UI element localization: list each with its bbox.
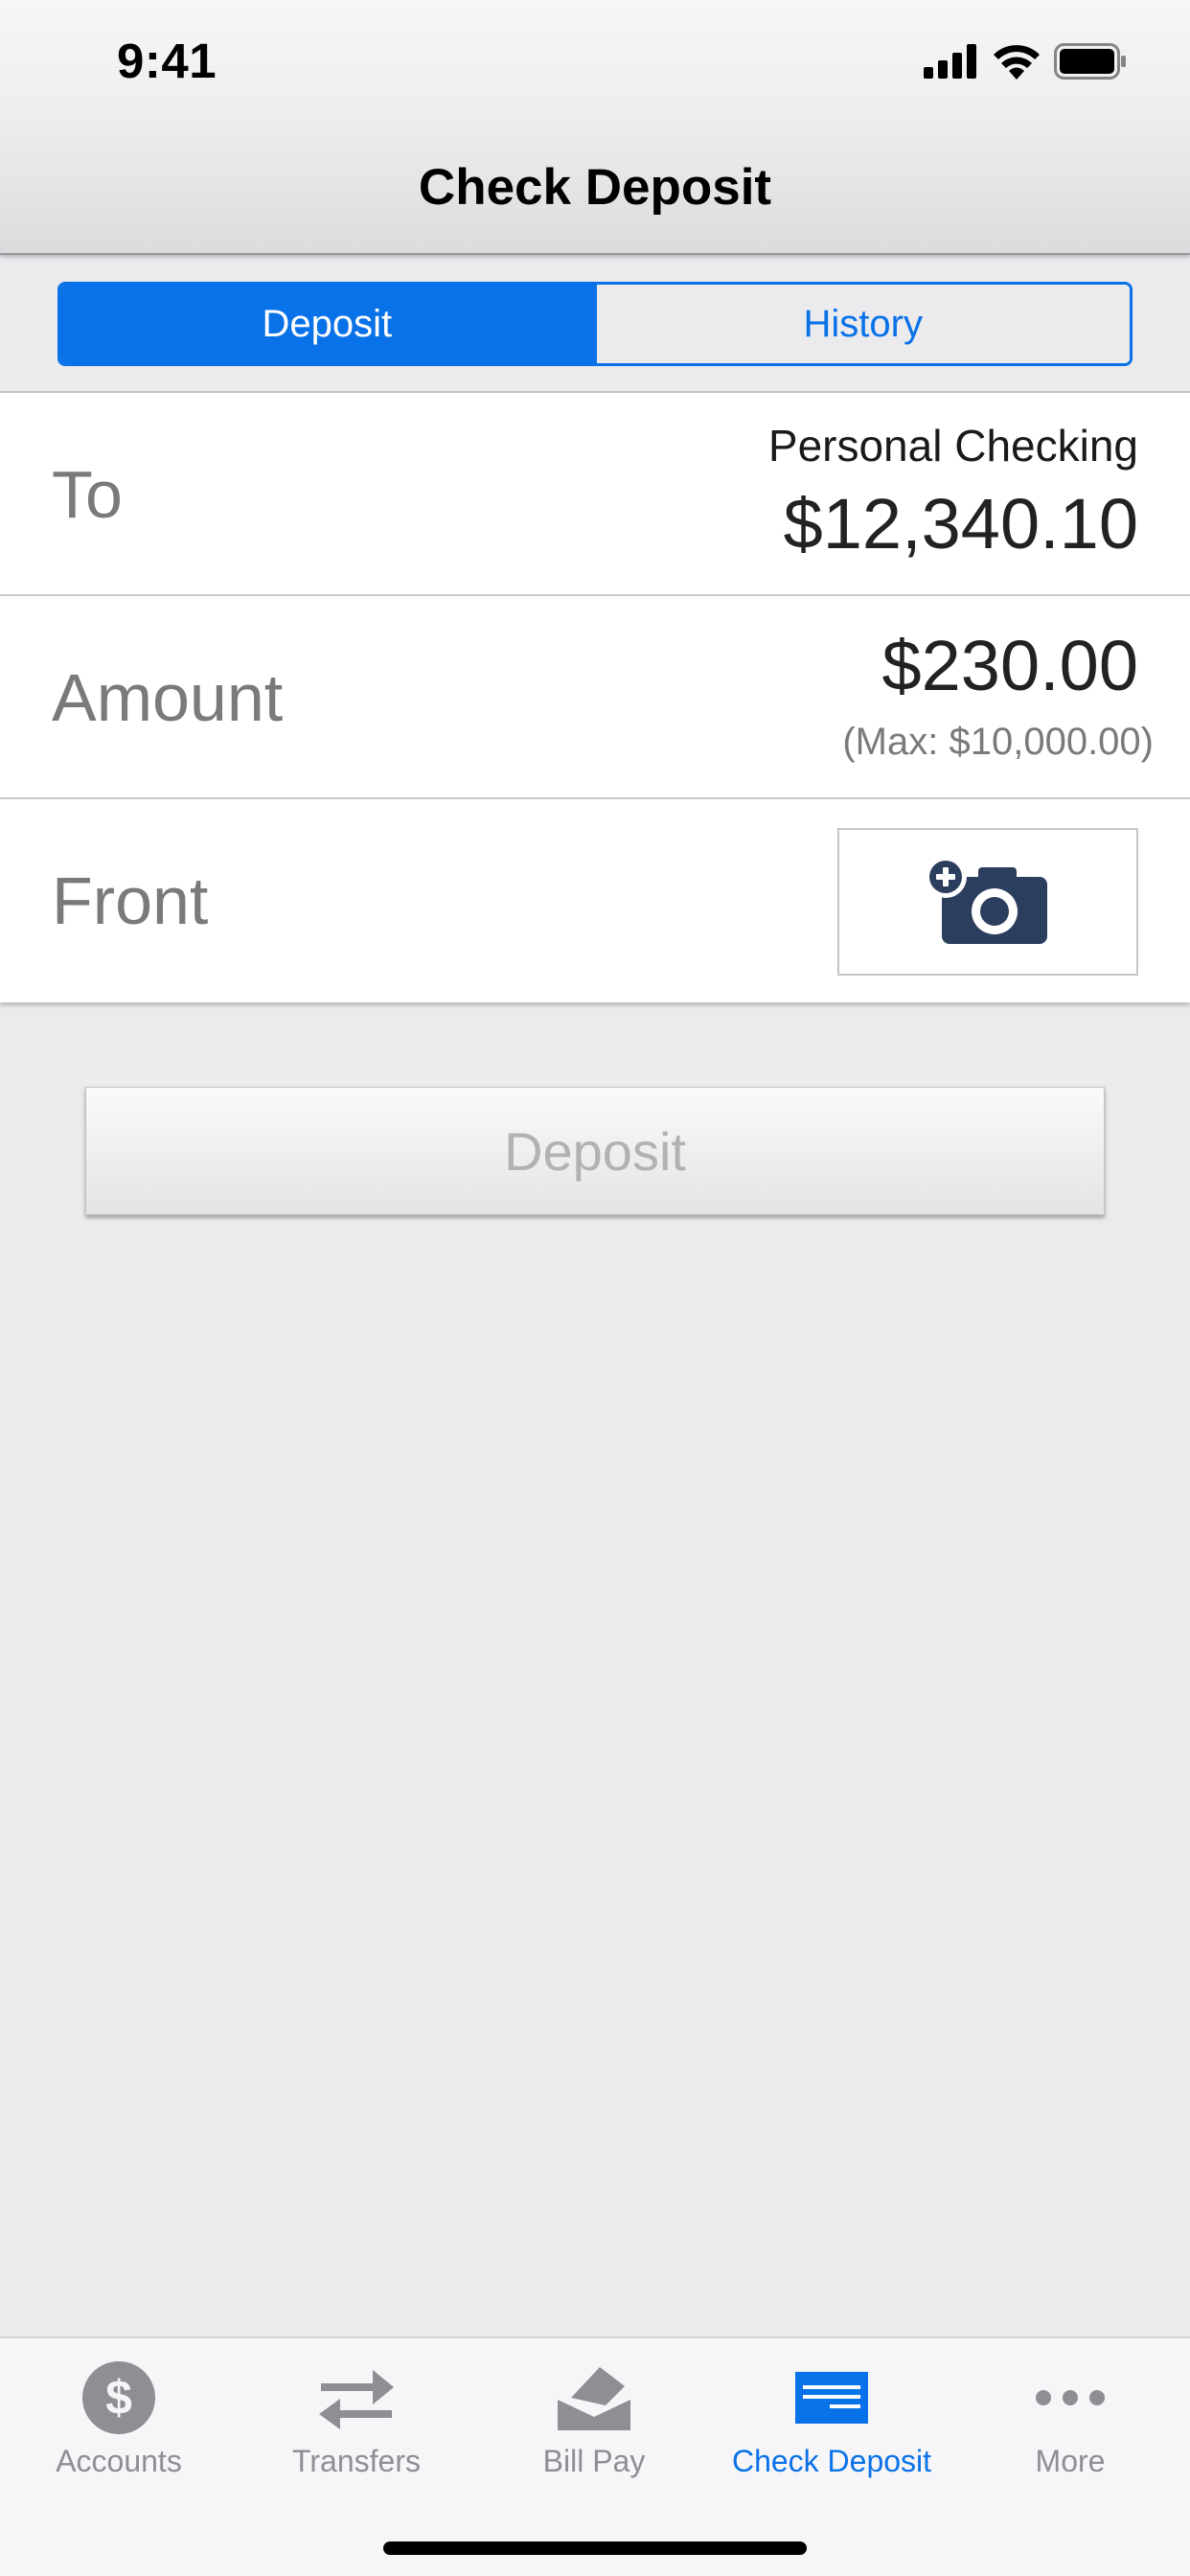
add-camera-icon	[925, 856, 1047, 944]
tab-transfers-label: Transfers	[292, 2444, 421, 2478]
home-indicator	[383, 2542, 807, 2555]
front-image-row: Front	[0, 799, 1190, 1002]
amount-label: Amount	[52, 660, 284, 735]
tab-deposit[interactable]: Deposit	[60, 285, 594, 363]
account-name: Personal Checking	[767, 421, 1138, 471]
segment-area: Deposit History	[0, 255, 1190, 393]
tab-check-deposit-label: Check Deposit	[731, 2444, 932, 2478]
tab-more[interactable]: More	[950, 2338, 1190, 2511]
tab-history[interactable]: History	[593, 285, 1130, 363]
amount-max: (Max: $10,000.00)	[842, 721, 1154, 763]
envelope-icon	[558, 2367, 630, 2430]
page-title: Check Deposit	[418, 159, 772, 216]
deposit-form: To Personal Checking $12,340.10 Amount $…	[0, 393, 1190, 1002]
segmented-control: Deposit History	[57, 282, 1133, 366]
account-balance: $12,340.10	[783, 484, 1138, 564]
battery-icon	[1054, 43, 1126, 80]
to-label: To	[52, 457, 123, 532]
navigation-header: 9:41 Check Deposit	[0, 0, 1190, 255]
status-time: 9:41	[117, 34, 217, 88]
check-icon	[795, 2372, 868, 2424]
svg-text:$: $	[105, 2371, 132, 2425]
cellular-signal-icon	[924, 44, 976, 79]
front-photo-button[interactable]	[837, 828, 1138, 976]
tab-bill-pay-label: Bill Pay	[542, 2444, 646, 2478]
more-dots-icon	[1036, 2390, 1105, 2405]
status-icons	[924, 42, 1127, 80]
tab-bill-pay[interactable]: Bill Pay	[475, 2338, 713, 2511]
deposit-button[interactable]: Deposit	[85, 1087, 1105, 1215]
to-account-row[interactable]: To Personal Checking $12,340.10	[0, 393, 1190, 596]
check-deposit-screen: 9:41 Check Deposit Deposit History To Pe…	[0, 0, 1190, 2576]
amount-row[interactable]: Amount $230.00 (Max: $10,000.00)	[0, 596, 1190, 799]
tab-more-label: More	[1035, 2444, 1106, 2478]
tab-check-deposit[interactable]: Check Deposit	[713, 2338, 950, 2511]
transfer-arrows-icon	[319, 2370, 394, 2429]
tab-accounts[interactable]: $ Accounts	[0, 2338, 238, 2511]
tab-transfers[interactable]: Transfers	[238, 2338, 475, 2511]
dollar-circle-icon: $	[82, 2361, 155, 2434]
front-label: Front	[52, 863, 209, 938]
tab-accounts-label: Accounts	[56, 2444, 182, 2478]
tab-bar: $ Accounts Transfers Bill Pay Check Depo…	[0, 2336, 1190, 2576]
wifi-icon	[994, 45, 1040, 80]
amount-value: $230.00	[881, 626, 1139, 705]
